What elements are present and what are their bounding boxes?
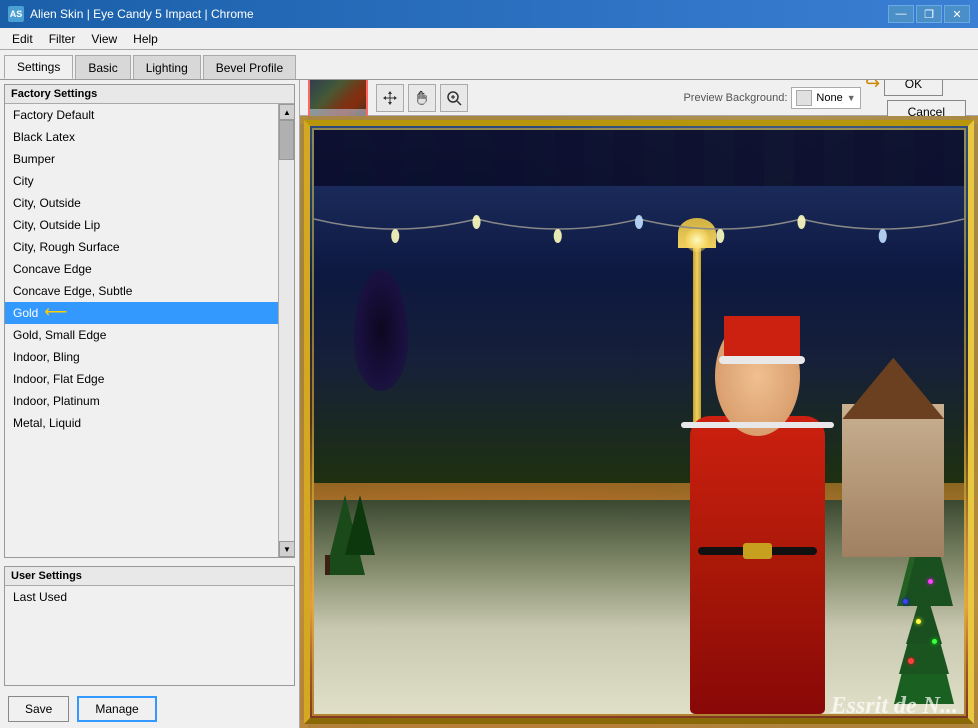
app-icon: AS bbox=[8, 6, 24, 22]
right-panel: Preview Background: None ▼ ↩ OK Cancel bbox=[300, 80, 978, 728]
list-item-factory-default[interactable]: Factory Default bbox=[5, 104, 278, 126]
list-item-concave-edge[interactable]: Concave Edge bbox=[5, 258, 278, 280]
tab-lighting[interactable]: Lighting bbox=[133, 55, 201, 79]
preview-toolbar: Preview Background: None ▼ ↩ OK Cancel bbox=[300, 80, 978, 116]
settings-list[interactable]: Factory Default Black Latex Bumper City … bbox=[5, 104, 278, 557]
preview-bg-select[interactable]: None ▼ bbox=[791, 87, 860, 109]
christmas-tree-lit bbox=[883, 408, 964, 714]
move-tool-button[interactable] bbox=[376, 84, 404, 112]
manage-button[interactable]: Manage bbox=[77, 696, 156, 722]
list-item-bumper[interactable]: Bumper bbox=[5, 148, 278, 170]
preview-bg-color-swatch bbox=[796, 90, 812, 106]
menu-view[interactable]: View bbox=[83, 28, 125, 49]
preview-bg-value: None bbox=[816, 92, 842, 104]
list-item-city-outside-lip[interactable]: City, Outside Lip bbox=[5, 214, 278, 236]
decorative-top-pattern bbox=[314, 130, 964, 190]
user-settings-list[interactable]: Last Used bbox=[5, 586, 294, 685]
minimize-button[interactable]: — bbox=[888, 5, 914, 23]
preview-image-wrapper: Essrit de N... 100% bbox=[300, 116, 978, 728]
list-item-city[interactable]: City bbox=[5, 170, 278, 192]
main-content: Factory Settings Factory Default Black L… bbox=[0, 80, 978, 728]
save-button[interactable]: Save bbox=[8, 696, 69, 722]
tab-settings[interactable]: Settings bbox=[4, 55, 73, 79]
menu-edit[interactable]: Edit bbox=[4, 28, 41, 49]
zoom-icon bbox=[446, 90, 462, 106]
move-icon bbox=[382, 90, 398, 106]
tab-basic[interactable]: Basic bbox=[75, 55, 130, 79]
ok-pointer-icon: ↩ bbox=[865, 80, 880, 94]
window-controls: — ❐ ✕ bbox=[888, 5, 970, 23]
title-bar: AS Alien Skin | Eye Candy 5 Impact | Chr… bbox=[0, 0, 978, 28]
tabs-row: Settings Basic Lighting Bevel Profile bbox=[0, 50, 978, 80]
menu-help[interactable]: Help bbox=[125, 28, 166, 49]
list-item-gold-small-edge[interactable]: Gold, Small Edge bbox=[5, 324, 278, 346]
light-string-svg bbox=[314, 214, 964, 254]
scroll-up-button[interactable]: ▲ bbox=[279, 104, 294, 120]
scroll-thumb[interactable] bbox=[279, 120, 294, 160]
menu-bar: Edit Filter View Help bbox=[0, 28, 978, 50]
list-item-city-rough-surface[interactable]: City, Rough Surface bbox=[5, 236, 278, 258]
list-item-concave-subtle[interactable]: Concave Edge, Subtle bbox=[5, 280, 278, 302]
left-panel: Factory Settings Factory Default Black L… bbox=[0, 80, 300, 728]
preview-bg-label: Preview Background: bbox=[683, 92, 787, 104]
settings-scrollbar[interactable]: ▲ ▼ bbox=[278, 104, 294, 557]
user-settings-header: User Settings bbox=[5, 567, 294, 586]
list-item-indoor-platinum[interactable]: Indoor, Platinum bbox=[5, 390, 278, 412]
restore-button[interactable]: ❐ bbox=[916, 5, 942, 23]
factory-settings-header: Factory Settings bbox=[5, 85, 294, 104]
list-item-indoor-bling[interactable]: Indoor, Bling bbox=[5, 346, 278, 368]
close-button[interactable]: ✕ bbox=[944, 5, 970, 23]
preview-image: Essrit de N... bbox=[300, 116, 978, 728]
list-item-gold[interactable]: Gold⟵ bbox=[5, 302, 278, 324]
list-item-indoor-flat-edge[interactable]: Indoor, Flat Edge bbox=[5, 368, 278, 390]
watermark-text: Essrit de N... bbox=[831, 693, 958, 720]
menu-filter[interactable]: Filter bbox=[41, 28, 84, 49]
dropdown-arrow-icon: ▼ bbox=[847, 93, 856, 103]
list-item-city-outside[interactable]: City, Outside bbox=[5, 192, 278, 214]
ok-button[interactable]: OK bbox=[884, 80, 943, 96]
bottom-buttons: Save Manage bbox=[0, 690, 299, 728]
tab-bevel-profile[interactable]: Bevel Profile bbox=[203, 55, 296, 79]
list-item-metal-liquid[interactable]: Metal, Liquid bbox=[5, 412, 278, 434]
light-string bbox=[314, 214, 964, 254]
window-title: Alien Skin | Eye Candy 5 Impact | Chrome bbox=[30, 7, 254, 21]
scroll-track[interactable] bbox=[279, 120, 294, 541]
scroll-down-button[interactable]: ▼ bbox=[279, 541, 294, 557]
settings-list-wrapper: Factory Default Black Latex Bumper City … bbox=[5, 104, 294, 557]
list-item-black-latex[interactable]: Black Latex bbox=[5, 126, 278, 148]
hand-icon bbox=[414, 90, 430, 106]
santa-figure bbox=[673, 316, 843, 714]
factory-settings-container: Factory Settings Factory Default Black L… bbox=[4, 84, 295, 558]
zoom-tool-button[interactable] bbox=[440, 84, 468, 112]
user-settings-container: User Settings Last Used bbox=[4, 566, 295, 686]
pan-tool-button[interactable] bbox=[408, 84, 436, 112]
list-item-last-used[interactable]: Last Used bbox=[5, 586, 294, 608]
